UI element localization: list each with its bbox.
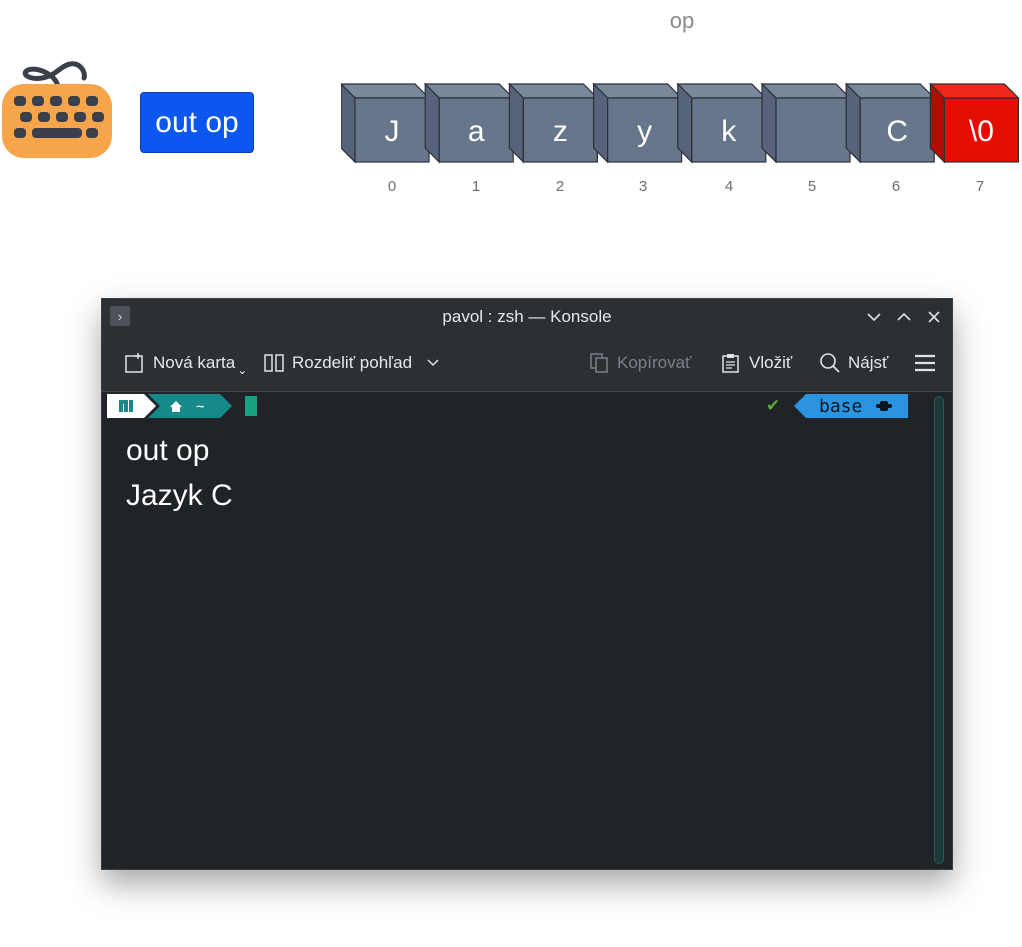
- copy-label: Kopírovať: [617, 353, 692, 372]
- find-label: Nájsť: [848, 353, 889, 372]
- cell-char: \0: [969, 115, 994, 148]
- cursor: [245, 396, 257, 416]
- find-button[interactable]: Nájsť: [819, 349, 888, 377]
- array-cell: J: [341, 83, 431, 164]
- dropdown-indicator-icon: ⌄: [237, 363, 248, 377]
- new-tab-icon: [125, 353, 143, 373]
- paste-button[interactable]: Vložiť: [720, 349, 792, 377]
- keyboard-icon: [2, 61, 112, 158]
- index-label: 0: [387, 178, 397, 195]
- manjaro-icon: [119, 400, 133, 412]
- close-icon: [928, 311, 940, 323]
- index-label: 1: [471, 178, 481, 195]
- split-view-icon: [264, 354, 284, 372]
- paste-label: Vložiť: [749, 353, 793, 372]
- cell-char: C: [886, 115, 908, 148]
- new-tab-label: Nová karta: [153, 353, 236, 372]
- close-button[interactable]: [922, 305, 946, 329]
- prompt-segments: ~: [107, 394, 232, 418]
- env-label: base: [819, 396, 862, 417]
- cell-char: a: [468, 115, 485, 148]
- home-symbol: ~: [196, 399, 204, 415]
- cell-char: y: [637, 115, 652, 148]
- index-label: 2: [555, 178, 565, 195]
- index-label: 6: [891, 178, 901, 195]
- index-label: 5: [807, 178, 817, 195]
- output-line: Jazyk C: [126, 479, 233, 512]
- copy-button[interactable]: Kopírovať: [588, 349, 691, 377]
- terminal-area[interactable]: ~ ✔ base out op Jazyk C: [102, 392, 952, 869]
- chevron-down-icon: [867, 313, 881, 322]
- new-tab-button[interactable]: Nová karta ⌄: [124, 349, 247, 377]
- index-row: 0 1 2 3 4 5 6 7: [0, 178, 1022, 198]
- success-check-icon: ✔: [766, 396, 781, 416]
- toolbar: Nová karta ⌄ Rozdeliť pohľad Kopírovať V…: [102, 335, 952, 392]
- window-title: pavol : zsh — Konsole: [442, 307, 612, 326]
- array-cell: C: [844, 83, 936, 164]
- terminator-cell: \0: [928, 83, 1020, 164]
- cell-char: J: [385, 115, 400, 148]
- index-label: 3: [638, 178, 648, 195]
- hamburger-menu-button[interactable]: [914, 349, 943, 377]
- array-cell: y: [592, 83, 684, 164]
- chevron-down-icon: [427, 359, 439, 367]
- minimize-button[interactable]: [862, 305, 886, 329]
- split-view-button[interactable]: Rozdeliť pohľad: [263, 349, 447, 377]
- hamburger-menu-icon: [915, 354, 935, 372]
- maximize-button[interactable]: [892, 305, 916, 329]
- cell-char: k: [721, 115, 737, 148]
- copy-icon: [590, 353, 608, 373]
- array-cell: [760, 83, 852, 164]
- array-cell: z: [507, 83, 599, 164]
- title-bar[interactable]: › pavol : zsh — Konsole: [102, 299, 952, 335]
- index-label: 4: [724, 178, 734, 195]
- chevron-up-icon: [897, 312, 911, 321]
- env-segment: base: [794, 394, 908, 418]
- cell-char: z: [553, 115, 568, 148]
- pointer-label: op: [669, 8, 695, 33]
- split-view-label: Rozdeliť pohľad: [292, 353, 413, 372]
- array-cell: a: [423, 83, 515, 164]
- array-cell: k: [676, 83, 768, 164]
- paste-icon: [722, 354, 739, 373]
- konsole-window: › pavol : zsh — Konsole Nová karta ⌄ Roz…: [101, 298, 953, 870]
- scrollbar[interactable]: [934, 396, 944, 864]
- char-array: Ja z y k C \0: [341, 83, 1020, 164]
- search-icon: [820, 353, 840, 373]
- out-op-button[interactable]: out op: [140, 92, 254, 153]
- index-label: 7: [975, 178, 985, 195]
- output-line: out op: [126, 434, 210, 467]
